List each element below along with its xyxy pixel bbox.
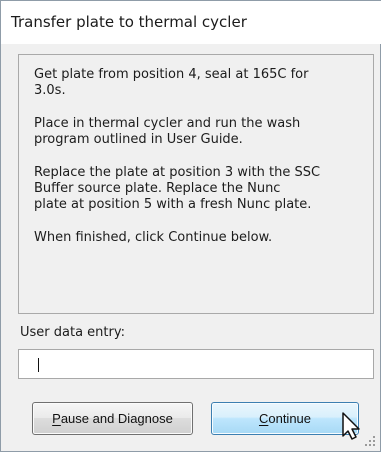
window-title-bar: Transfer plate to thermal cycler <box>1 1 382 44</box>
text-caret <box>38 358 39 372</box>
continue-label-rest: ontinue <box>268 410 312 426</box>
continue-button[interactable]: Continue <box>211 402 359 435</box>
window-title: Transfer plate to thermal cycler <box>11 13 247 31</box>
continue-mnemonic: C <box>258 410 269 426</box>
pause-mnemonic: P <box>52 410 61 426</box>
user-data-entry-label: User data entry: <box>20 325 125 340</box>
instruction-paragraph-continue: When finished, click Continue below. <box>34 230 273 245</box>
instruction-paragraph-seal: Get plate from position 4, seal at 165C … <box>34 67 309 98</box>
instruction-message-panel: Get plate from position 4, seal at 165C … <box>18 54 374 314</box>
instruction-paragraph-replace-plates: Replace the plate at position 3 with the… <box>34 165 321 212</box>
user-data-entry-input[interactable] <box>18 349 374 379</box>
pause-label-rest: ause and Diagnose <box>60 410 173 426</box>
continue-label: Continue <box>259 411 311 427</box>
pause-and-diagnose-label: Pause and Diagnose <box>52 411 173 427</box>
transfer-plate-dialog: Transfer plate to thermal cycler Get pla… <box>0 0 382 452</box>
dialog-screen: Transfer plate to thermal cycler Get pla… <box>0 0 383 454</box>
size-grip-icon[interactable] <box>363 434 376 447</box>
pause-and-diagnose-button[interactable]: Pause and Diagnose <box>32 402 193 435</box>
instruction-paragraph-thermal-cycler: Place in thermal cycler and run the wash… <box>34 116 301 147</box>
